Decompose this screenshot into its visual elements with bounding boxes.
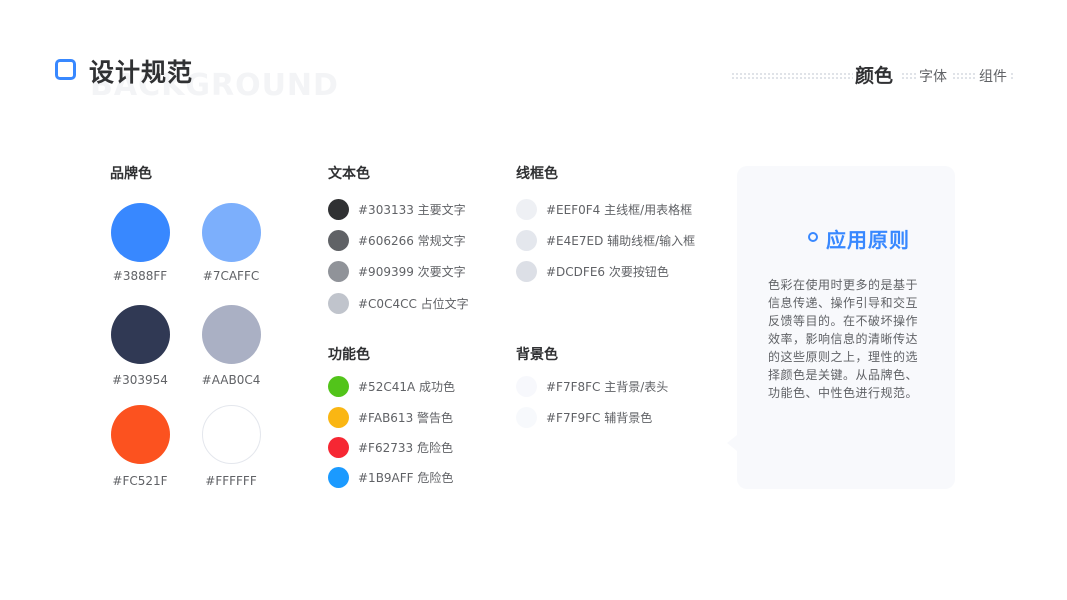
nav-tab-component[interactable]: 组件 <box>979 66 1007 86</box>
color-row: #606266 常规文字 <box>328 230 466 251</box>
color-dot <box>328 199 349 220</box>
brand-swatch <box>202 405 261 464</box>
brand-swatch <box>202 203 261 262</box>
color-row: #909399 次要文字 <box>328 261 466 282</box>
color-row-label: #EEF0F4 主线框/用表格框 <box>546 203 693 217</box>
brand-swatch-label: #3888FF <box>112 269 168 283</box>
color-row-label: #DCDFE6 次要按钮色 <box>546 265 669 279</box>
brand-swatch-label: #303954 <box>112 373 168 387</box>
color-row: #EEF0F4 主线框/用表格框 <box>516 199 692 220</box>
color-dot <box>328 261 349 282</box>
color-row-label: #F62733 危险色 <box>358 441 453 455</box>
color-row: #F7F8FC 主背景/表头 <box>516 376 668 397</box>
color-row-label: #52C41A 成功色 <box>358 380 455 394</box>
brand-swatch-label: #AAB0C4 <box>201 373 261 387</box>
brand-swatch <box>111 405 170 464</box>
nav-dots-divider <box>901 72 917 79</box>
color-dot <box>328 407 349 428</box>
principle-title: 应用原则 <box>826 228 910 252</box>
nav-dots-divider <box>1010 72 1014 79</box>
brand-section-title: 品牌色 <box>110 166 152 182</box>
logo-square-icon <box>55 59 76 80</box>
background-color-section-title: 背景色 <box>516 347 558 363</box>
nav-dots-divider <box>952 72 976 79</box>
color-row-label: #FAB613 警告色 <box>358 411 454 425</box>
color-dot <box>516 230 537 251</box>
nav-tab-color[interactable]: 颜色 <box>855 61 893 88</box>
color-row: #C0C4CC 占位文字 <box>328 293 469 314</box>
functional-color-section-title: 功能色 <box>328 347 370 363</box>
color-dot <box>516 376 537 397</box>
nav-dots-divider <box>731 72 853 79</box>
color-dot <box>328 293 349 314</box>
nav-tab-font[interactable]: 字体 <box>919 66 947 86</box>
brand-swatch-label: #7CAFFC <box>202 269 260 283</box>
color-row: #1B9AFF 危险色 <box>328 467 453 488</box>
brand-swatch <box>202 305 261 364</box>
color-row-label: #1B9AFF 危险色 <box>358 471 454 485</box>
color-dot <box>516 261 537 282</box>
color-row: #E4E7ED 辅助线框/输入框 <box>516 230 695 251</box>
color-dot <box>328 437 349 458</box>
brand-swatch-label: #FC521F <box>112 474 168 488</box>
color-row-label: #F7F8FC 主背景/表头 <box>546 380 669 394</box>
color-row: #FAB613 警告色 <box>328 407 453 428</box>
color-row-label: #F7F9FC 辅背景色 <box>546 411 653 425</box>
color-row: #52C41A 成功色 <box>328 376 455 397</box>
brand-swatch <box>111 203 170 262</box>
text-color-section-title: 文本色 <box>328 166 370 182</box>
color-dot <box>516 199 537 220</box>
bullet-circle-icon <box>808 232 818 242</box>
color-row: #F7F9FC 辅背景色 <box>516 407 652 428</box>
border-color-section-title: 线框色 <box>516 166 558 182</box>
card-pointer <box>727 435 737 451</box>
color-dot <box>328 230 349 251</box>
color-row-label: #909399 次要文字 <box>358 265 466 279</box>
color-dot <box>328 376 349 397</box>
color-row-label: #C0C4CC 占位文字 <box>358 297 469 311</box>
color-dot <box>328 467 349 488</box>
page-title: 设计规范 <box>89 58 194 87</box>
color-dot <box>516 407 537 428</box>
brand-swatch <box>111 305 170 364</box>
color-row-label: #606266 常规文字 <box>358 234 466 248</box>
color-row: #DCDFE6 次要按钮色 <box>516 261 669 282</box>
principle-body: 色彩在使用时更多的是基于信息传递、操作引导和交互反馈等目的。在不破坏操作效率，影… <box>768 278 919 400</box>
brand-swatch-label: #FFFFFF <box>205 474 257 488</box>
color-row: #F62733 危险色 <box>328 437 453 458</box>
color-row-label: #303133 主要文字 <box>358 203 466 217</box>
color-row-label: #E4E7ED 辅助线框/输入框 <box>546 234 696 248</box>
color-row: #303133 主要文字 <box>328 199 466 220</box>
